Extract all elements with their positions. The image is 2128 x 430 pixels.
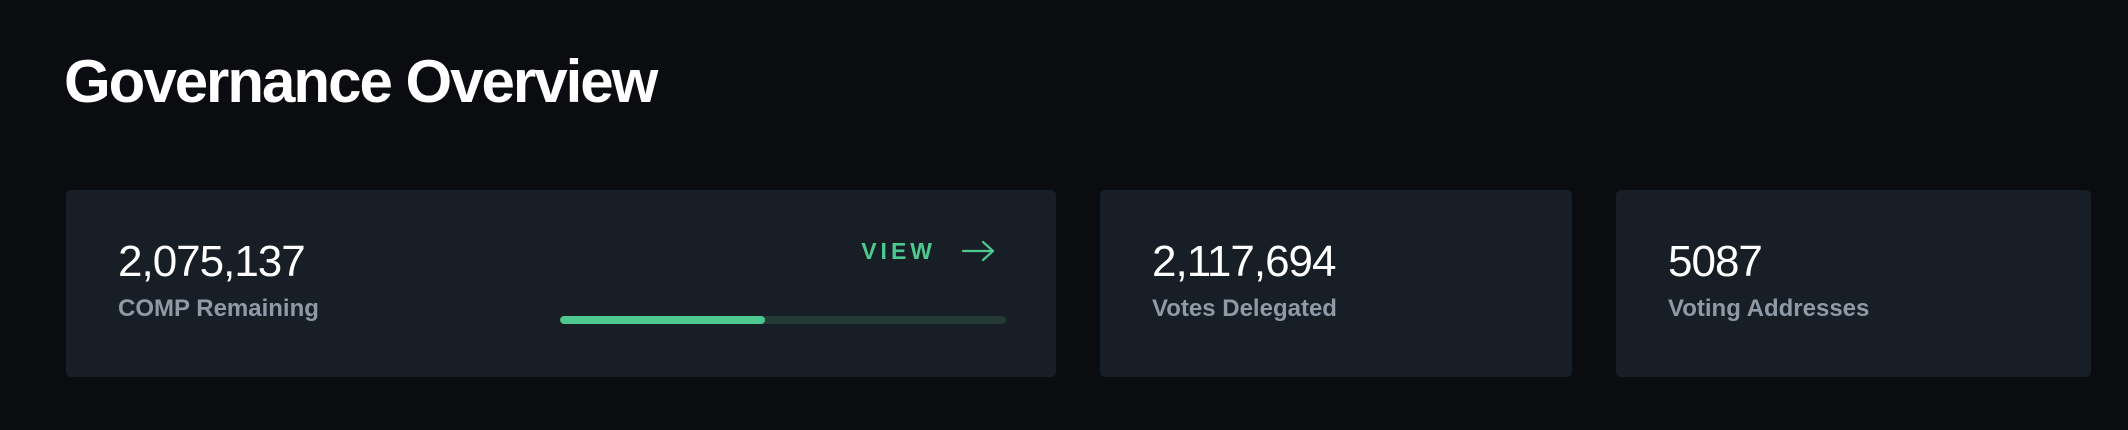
- stats-cards: 2,075,137 COMP Remaining VIEW 2,117,694 …: [66, 190, 2091, 377]
- votes-delegated-card: 2,117,694 Votes Delegated: [1100, 190, 1572, 377]
- comp-remaining-progress-bar: [560, 316, 1006, 324]
- comp-remaining-value: 2,075,137: [118, 237, 306, 286]
- voting-addresses-label: Voting Addresses: [1668, 295, 1870, 322]
- votes-delegated-label: Votes Delegated: [1152, 295, 1337, 322]
- view-button-label: VIEW: [861, 238, 936, 264]
- votes-delegated-value: 2,117,694: [1152, 237, 1336, 286]
- governance-overview-page: Governance Overview 2,075,137 COMP Remai…: [0, 0, 2128, 430]
- comp-remaining-progress-fill: [560, 316, 766, 324]
- voting-addresses-value: 5087: [1668, 237, 1763, 286]
- view-button[interactable]: VIEW: [861, 236, 996, 266]
- arrow-right-icon: [962, 240, 995, 262]
- comp-remaining-label: COMP Remaining: [118, 295, 319, 322]
- comp-remaining-card: 2,075,137 COMP Remaining VIEW: [66, 190, 1056, 377]
- voting-addresses-card: 5087 Voting Addresses: [1616, 190, 2091, 377]
- page-title: Governance Overview: [64, 48, 658, 115]
